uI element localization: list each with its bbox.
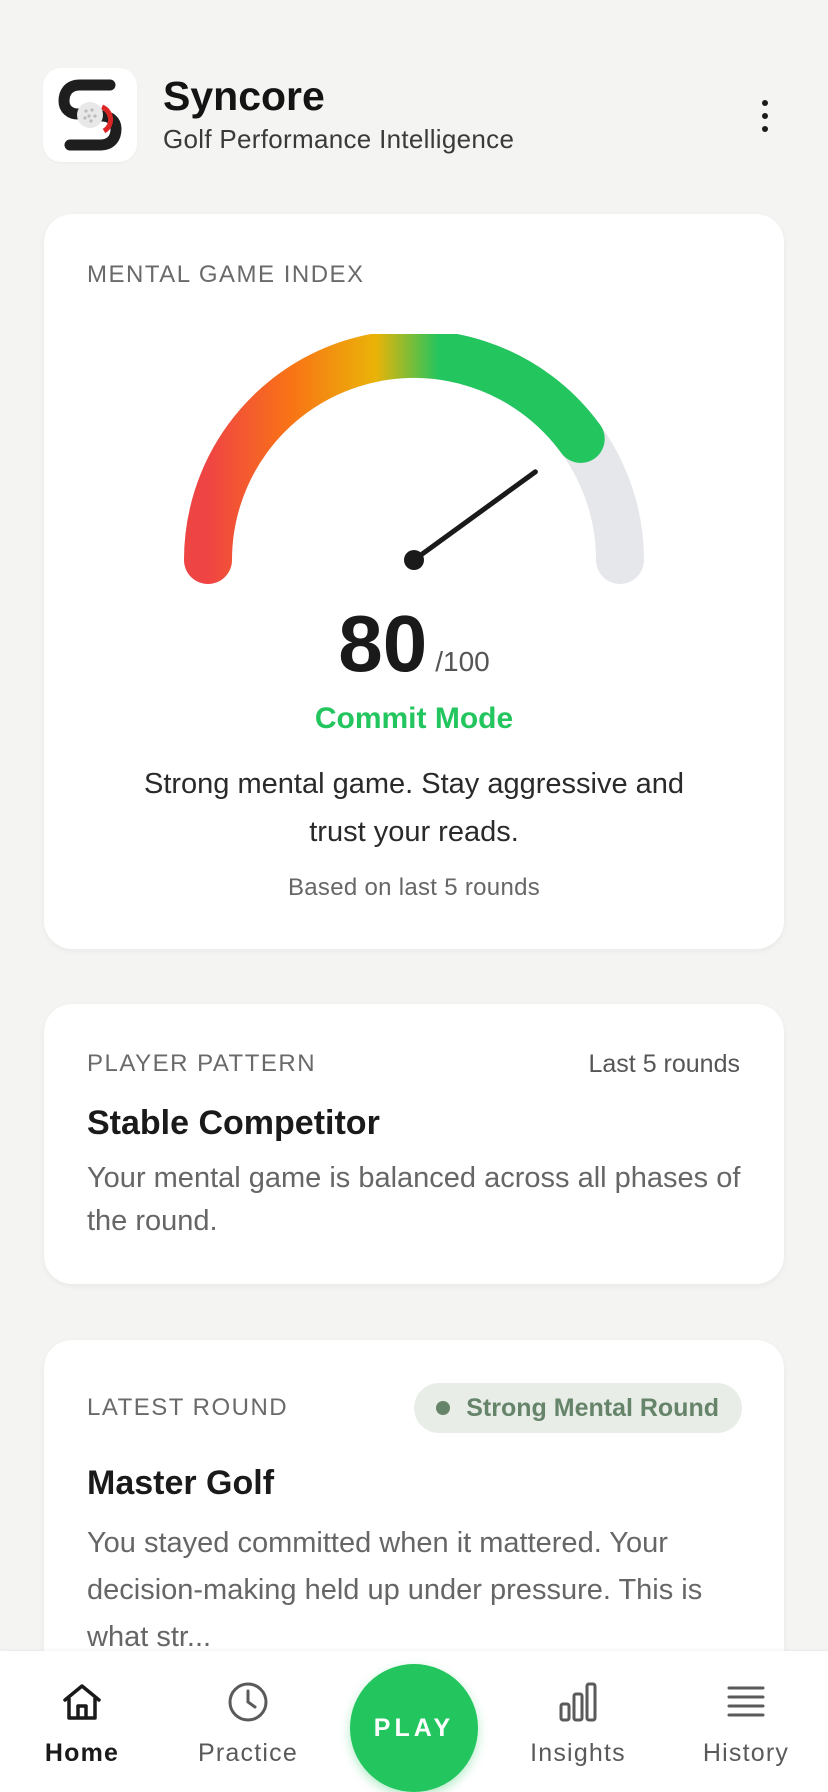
mental-index-gauge xyxy=(184,334,644,584)
score-display: 80/100 xyxy=(44,598,784,690)
mental-index-label: MENTAL GAME INDEX xyxy=(87,261,365,288)
syncore-logo xyxy=(43,68,137,162)
nav-practice[interactable]: Practice xyxy=(178,1677,318,1768)
home-screen: Syncore Golf Performance Intelligence ME… xyxy=(0,0,828,1792)
player-pattern-title: Stable Competitor xyxy=(87,1104,380,1142)
latest-round-label: LATEST ROUND xyxy=(87,1394,289,1421)
score-max: /100 xyxy=(435,646,490,677)
player-pattern-label: PLAYER PATTERN xyxy=(87,1050,317,1077)
score-value: 80 xyxy=(338,599,428,688)
latest-round-title: Master Golf xyxy=(87,1464,275,1502)
nav-history-label: History xyxy=(702,1739,790,1767)
nav-home[interactable]: Home xyxy=(12,1677,152,1768)
nav-history[interactable]: History xyxy=(676,1677,816,1768)
app-header: Syncore Golf Performance Intelligence xyxy=(43,68,785,162)
clock-icon xyxy=(178,1677,318,1727)
app-title: Syncore xyxy=(163,72,325,119)
nav-practice-label: Practice xyxy=(198,1739,298,1767)
home-icon xyxy=(12,1677,152,1727)
list-icon xyxy=(676,1677,816,1727)
mental-index-footnote: Based on last 5 rounds xyxy=(287,874,541,901)
nav-home-label: Home xyxy=(44,1739,120,1767)
latest-round-description: You stayed committed when it mattered. Y… xyxy=(87,1527,703,1653)
mode-label: Commit Mode xyxy=(314,702,514,735)
play-button-label: PLAY xyxy=(373,1713,455,1742)
nav-insights[interactable]: Insights xyxy=(508,1677,648,1768)
gauge-fill xyxy=(184,334,605,584)
gauge-needle xyxy=(411,469,538,563)
player-pattern-range: Last 5 rounds xyxy=(588,1050,741,1078)
nav-insights-label: Insights xyxy=(530,1739,626,1767)
player-pattern-card[interactable]: PLAYER PATTERN Last 5 rounds Stable Comp… xyxy=(44,1004,784,1284)
status-badge-text: Strong Mental Round xyxy=(466,1393,719,1422)
status-dot-icon xyxy=(436,1401,451,1415)
mental-index-description: Strong mental game. Stay aggressive and … xyxy=(143,768,685,848)
gauge-pivot xyxy=(404,550,424,570)
play-button[interactable]: PLAY xyxy=(350,1664,478,1792)
more-vertical-icon[interactable] xyxy=(745,94,785,138)
app-subtitle: Golf Performance Intelligence xyxy=(163,124,515,155)
mental-game-index-card: MENTAL GAME INDEX 80/100 Commit Mode Str… xyxy=(44,214,784,949)
player-pattern-description: Your mental game is balanced across all … xyxy=(87,1162,741,1237)
bar-chart-icon xyxy=(508,1677,648,1727)
status-badge: Strong Mental Round xyxy=(414,1383,742,1433)
header-titles: Syncore Golf Performance Intelligence xyxy=(163,72,515,155)
